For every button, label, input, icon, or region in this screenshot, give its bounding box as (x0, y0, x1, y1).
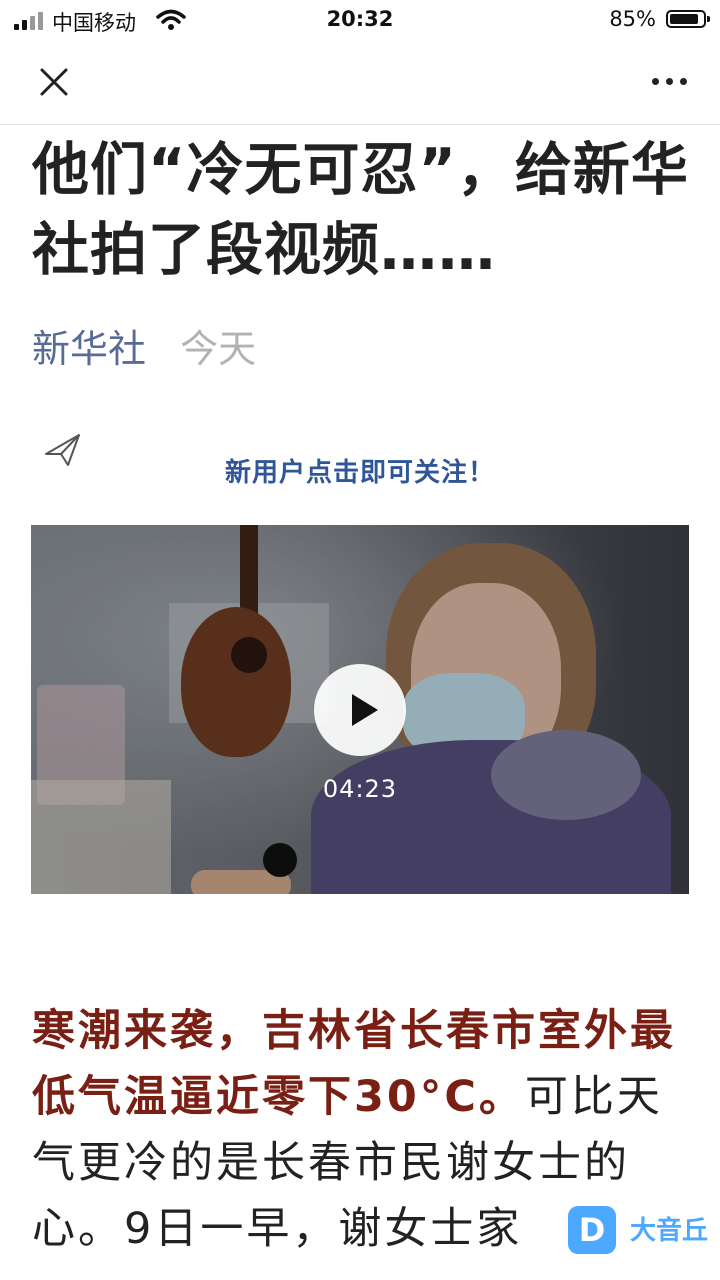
status-bar: 中国移动 20:32 85% (0, 0, 720, 40)
battery-icon (666, 10, 710, 28)
watermark-logo: D (568, 1206, 616, 1254)
battery-percentage: 85% (609, 7, 656, 31)
publish-date: 今天 (180, 327, 257, 371)
watermark: D 大音丘 (568, 1200, 718, 1260)
article-meta: 新华社 今天 (32, 318, 256, 373)
follow-banner[interactable]: 新用户点击即可关注！ (0, 452, 720, 489)
play-button[interactable] (314, 664, 406, 756)
account-name-link[interactable]: 新华社 (32, 327, 146, 371)
close-icon[interactable] (34, 62, 74, 102)
video-duration: 04:23 (322, 775, 398, 803)
more-icon[interactable] (650, 72, 690, 92)
article-title: 他们“冷无可忍”，给新华社拍了段视频…… (32, 137, 689, 283)
play-icon (352, 694, 378, 726)
watermark-text: 大音丘 (630, 1216, 709, 1246)
video-player[interactable]: 04:23 (31, 525, 689, 894)
nav-bar (0, 40, 720, 125)
